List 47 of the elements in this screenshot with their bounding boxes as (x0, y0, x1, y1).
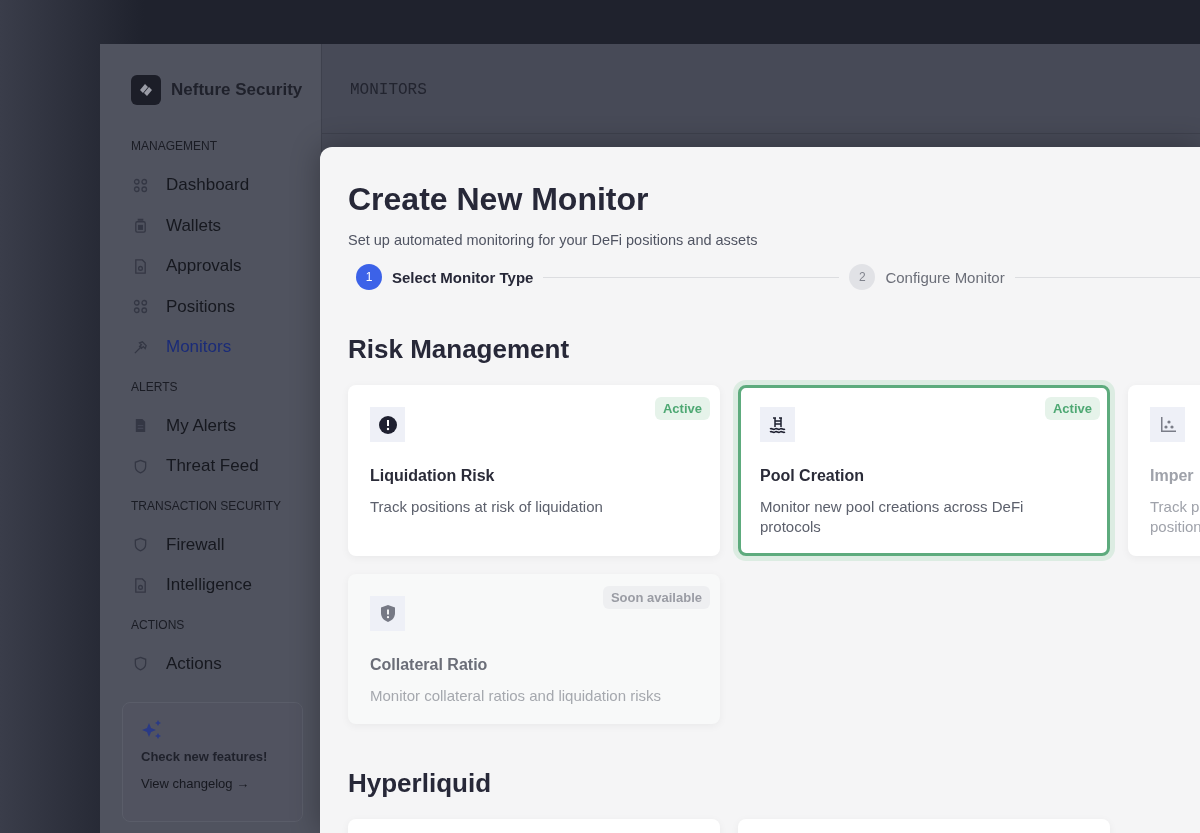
pool-ladder-icon (767, 414, 788, 435)
status-badge: Soon available (602, 586, 710, 609)
card-title: Imper (1150, 467, 1195, 485)
modal-title: Create New Monitor (348, 181, 650, 218)
alert-icon (377, 414, 398, 435)
sidebar-item[interactable]: Firewall (133, 524, 321, 565)
sparkle-icon (141, 719, 163, 741)
sidebar-item[interactable]: Intelligence (133, 565, 321, 606)
card-title: Pool Creation (760, 467, 865, 485)
sidebar-item[interactable]: Threat Feed (133, 446, 321, 487)
status-badge: Active (1044, 397, 1100, 420)
sidebar-item[interactable]: My Alerts (133, 405, 321, 446)
card-description: Track p position (1150, 497, 1200, 537)
hammer-icon (133, 339, 148, 355)
section-title: Hyperliquid (348, 768, 492, 799)
logo-icon (131, 75, 161, 105)
monitor-card[interactable]: Imper Track p position (1128, 385, 1200, 556)
section-label: TRANSACTION SECURITY (131, 498, 282, 513)
document-icon (133, 577, 148, 593)
section-title: Risk Management (348, 334, 571, 365)
changelog-link[interactable]: View changelog → (141, 776, 250, 791)
grid-icon (133, 299, 148, 315)
card-description: Monitor new pool creations across DeFi protocols (760, 497, 1025, 537)
card-description: Monitor collateral ratios and liquidation risks (370, 686, 662, 706)
card-description: Track positions at risk of liquidation (370, 497, 604, 517)
shield-icon (133, 537, 148, 553)
section-label: ACTIONS (131, 617, 186, 632)
shield-icon (133, 458, 148, 474)
sidebar-item[interactable]: Approvals (133, 246, 321, 287)
sidebar-item[interactable]: Actions (133, 643, 321, 684)
note-icon (133, 418, 148, 434)
section-label: MANAGEMENT (131, 139, 218, 153)
document-icon (133, 258, 148, 274)
grid-icon (133, 177, 148, 193)
shield-icon (133, 656, 148, 672)
sidebar-item[interactable]: Dashboard (133, 165, 321, 206)
card-title: Collateral Ratio (370, 656, 489, 674)
wallet-icon (133, 218, 148, 234)
section-label: ALERTS (131, 379, 179, 394)
card-title: Liquidation Risk (370, 467, 496, 485)
step[interactable]: 2 Configure Monitor (849, 264, 1005, 290)
status-badge: Active (654, 397, 710, 420)
sidebar-item[interactable]: Wallets (133, 205, 321, 246)
modal-subtitle: Set up automated monitoring for your DeFi positions and assets (348, 232, 759, 248)
monitor-card[interactable]: Active Liquidation Risk Track positions at risk of liquidation (348, 385, 720, 556)
step[interactable]: 1 Select Monitor Type (356, 264, 534, 290)
sidebar-item[interactable]: Positions (133, 286, 321, 327)
